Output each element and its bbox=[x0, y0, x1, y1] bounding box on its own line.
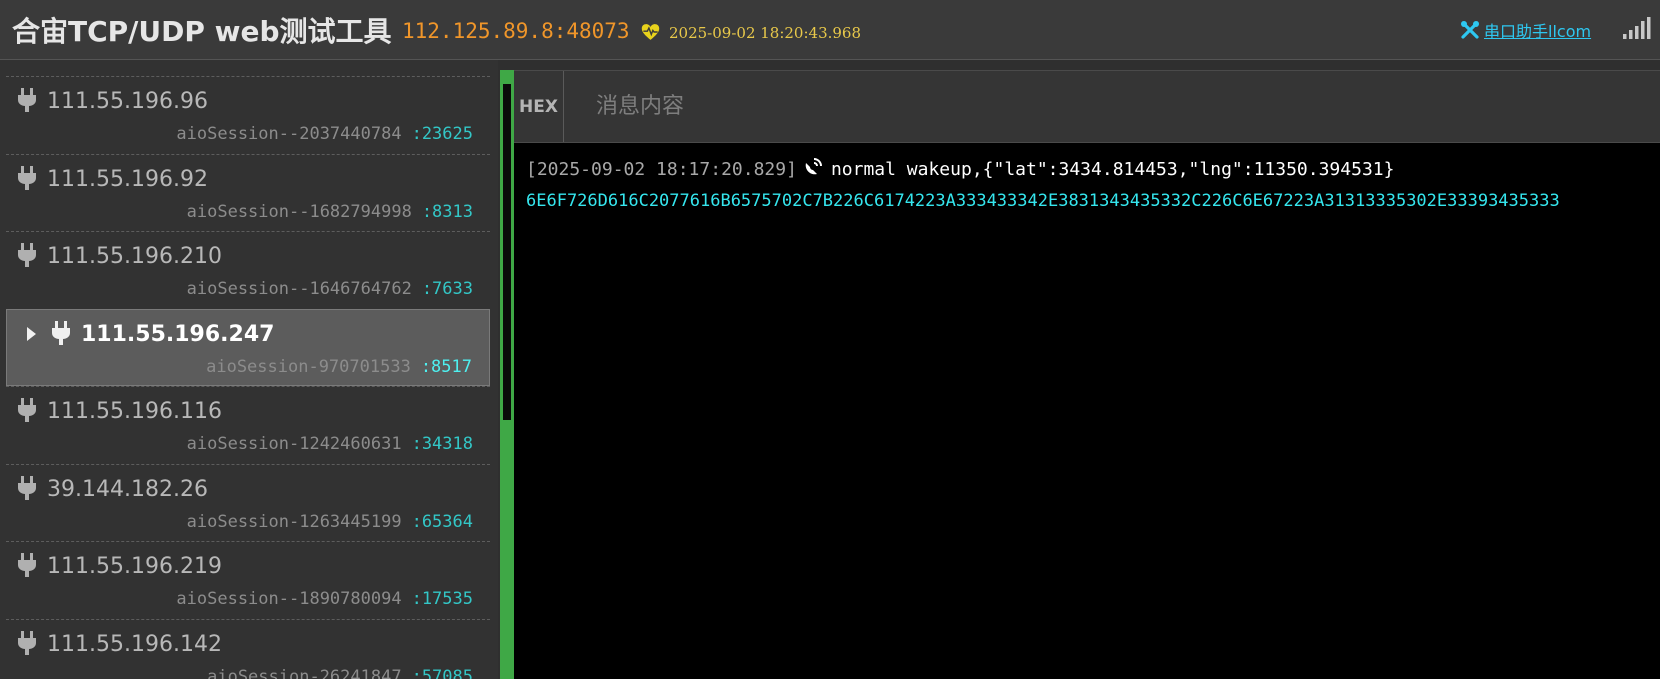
clock: 2025-09-02 18:20:43.968 bbox=[669, 24, 862, 42]
message-bar: HEX bbox=[514, 70, 1660, 143]
session-ip: 111.55.196.142 bbox=[47, 631, 222, 657]
session-id: aioSession--1646764762 bbox=[186, 279, 412, 299]
session-item[interactable]: 39.144.182.26 aioSession-1263445199 :65364 bbox=[6, 463, 490, 541]
plug-icon bbox=[18, 165, 36, 190]
serial-link-label[interactable]: 串口助手llcom bbox=[1484, 18, 1591, 42]
session-item[interactable]: 111.55.196.142 aioSession-26241847 :57085 bbox=[6, 618, 490, 679]
top-bar: 合宙TCP/UDP web测试工具 112.125.89.8:48073 202… bbox=[0, 0, 1660, 60]
session-ip: 111.55.196.96 bbox=[47, 89, 208, 114]
session-port: :65364 bbox=[411, 511, 473, 532]
server-address: 112.125.89.8:48073 bbox=[402, 19, 630, 43]
log-text: normal wakeup,{"lat":3434.814453,"lng":1… bbox=[830, 158, 1395, 180]
session-item[interactable]: 111.55.196.210 aioSession--1646764762 :763… bbox=[6, 231, 490, 308]
session-item[interactable]: 111.55.196.247 aioSession-970701533 :8517 bbox=[6, 308, 490, 386]
session-id: aioSession-1263445199 bbox=[186, 511, 402, 532]
session-id: aioSession--1682794998 bbox=[186, 201, 412, 222]
session-port: :57085 bbox=[411, 666, 473, 679]
session-ip: 111.55.196.210 bbox=[47, 244, 222, 269]
session-id-line: aioSession--1890780094 :17535 bbox=[176, 589, 473, 609]
plug-icon bbox=[18, 398, 36, 422]
app-title: 合宙TCP/UDP web测试工具 bbox=[12, 15, 392, 48]
session-id-line: aioSession-970701533 :8517 bbox=[206, 357, 472, 377]
session-id: aioSession-26241847 bbox=[207, 666, 402, 679]
plug-icon bbox=[52, 320, 70, 345]
session-ip: 111.55.196.116 bbox=[47, 399, 222, 424]
log-timestamp: [2025-09-02 18:17:20.829] bbox=[526, 158, 797, 180]
message-input[interactable] bbox=[564, 71, 1660, 142]
plug-icon bbox=[18, 475, 36, 500]
tools-icon bbox=[1461, 21, 1479, 39]
session-list-scrollbar[interactable] bbox=[500, 70, 514, 679]
session-id-line: aioSession--1682794998 :8313 bbox=[187, 202, 473, 222]
caret-right-icon bbox=[27, 326, 36, 341]
session-item[interactable]: 111.55.196.96 aioSession--2037440784 :2362… bbox=[6, 76, 490, 153]
session-port: :23625 bbox=[411, 124, 473, 144]
session-port: :8313 bbox=[421, 201, 473, 222]
serial-assistant-link[interactable]: 串口助手llcom bbox=[1460, 18, 1591, 42]
session-id-line: aioSession-26241847 :57085 bbox=[207, 667, 473, 679]
session-port: :17535 bbox=[411, 589, 473, 609]
log-hex-line: 6E6F726D616C2077616B6575702C7B226C617422… bbox=[526, 191, 1560, 211]
session-port: :34318 bbox=[411, 434, 473, 454]
session-list: 111.55.196.96 aioSession--2037440784 :2362… bbox=[0, 60, 498, 679]
log-entry: [2025-09-02 18:17:20.829] normal wakeup,… bbox=[526, 157, 1394, 181]
session-id-line: aioSession-1263445199 :65364 bbox=[187, 512, 473, 532]
session-id: aioSession--2037440784 bbox=[176, 124, 402, 144]
plug-icon bbox=[18, 630, 36, 655]
hex-toggle-button[interactable]: HEX bbox=[514, 71, 564, 142]
session-id-line: aioSession--1646764762 :7633 bbox=[187, 279, 473, 299]
session-item[interactable]: 111.55.196.116 aioSession-1242460631 :3431… bbox=[6, 386, 490, 463]
session-id: aioSession-1242460631 bbox=[186, 434, 402, 454]
plug-icon bbox=[18, 88, 36, 112]
signal-bars-icon bbox=[1623, 17, 1651, 39]
session-ip: 111.55.196.92 bbox=[47, 166, 208, 192]
antenna-icon bbox=[805, 158, 822, 175]
session-item[interactable]: 111.55.196.219 aioSession--1890780094 :175… bbox=[6, 541, 490, 618]
session-id: aioSession-970701533 bbox=[206, 356, 411, 377]
session-port: :7633 bbox=[421, 279, 473, 299]
session-port: :8517 bbox=[420, 356, 472, 377]
session-id: aioSession--1890780094 bbox=[176, 589, 402, 609]
session-id-line: aioSession--2037440784 :23625 bbox=[176, 124, 473, 144]
session-ip: 111.55.196.219 bbox=[47, 554, 222, 579]
scrollbar-thumb[interactable] bbox=[503, 84, 511, 420]
plug-icon bbox=[18, 553, 36, 577]
session-ip: 111.55.196.247 bbox=[81, 321, 275, 347]
session-id-line: aioSession-1242460631 :34318 bbox=[187, 434, 473, 454]
plug-icon bbox=[18, 243, 36, 267]
session-ip: 39.144.182.26 bbox=[47, 476, 208, 502]
heart-pulse-icon bbox=[641, 24, 660, 40]
message-log: [2025-09-02 18:17:20.829] normal wakeup,… bbox=[514, 143, 1660, 679]
session-item[interactable]: 111.55.196.92 aioSession--1682794998 :8313 bbox=[6, 153, 490, 231]
